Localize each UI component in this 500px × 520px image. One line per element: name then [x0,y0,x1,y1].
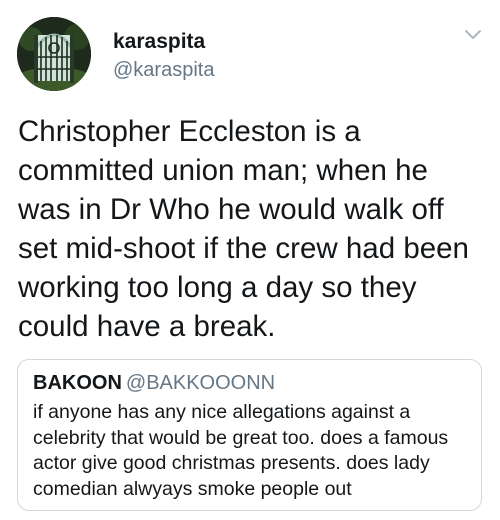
quoted-tweet-header: BAKOON @BAKKOOONN [33,372,275,395]
tweet-menu-button[interactable] [460,24,486,46]
tweet-card: karaspita @karaspita Christopher Ecclest… [0,0,500,520]
tweet-text: Christopher Eccleston is a committed uni… [18,115,469,343]
quoted-tweet[interactable]: BAKOON @BAKKOOONN if anyone has any nice … [17,359,482,511]
display-name[interactable]: karaspita [113,30,205,54]
chevron-down-icon [465,30,481,39]
garden-gate-avatar-icon [17,17,91,91]
user-handle[interactable]: @karaspita [113,59,214,82]
quoted-tweet-text: if anyone has any nice allegations again… [33,401,449,500]
quoted-display-name: BAKOON [33,372,122,394]
quoted-user-handle: @BAKKOOONN [125,372,276,394]
avatar[interactable] [17,17,91,91]
